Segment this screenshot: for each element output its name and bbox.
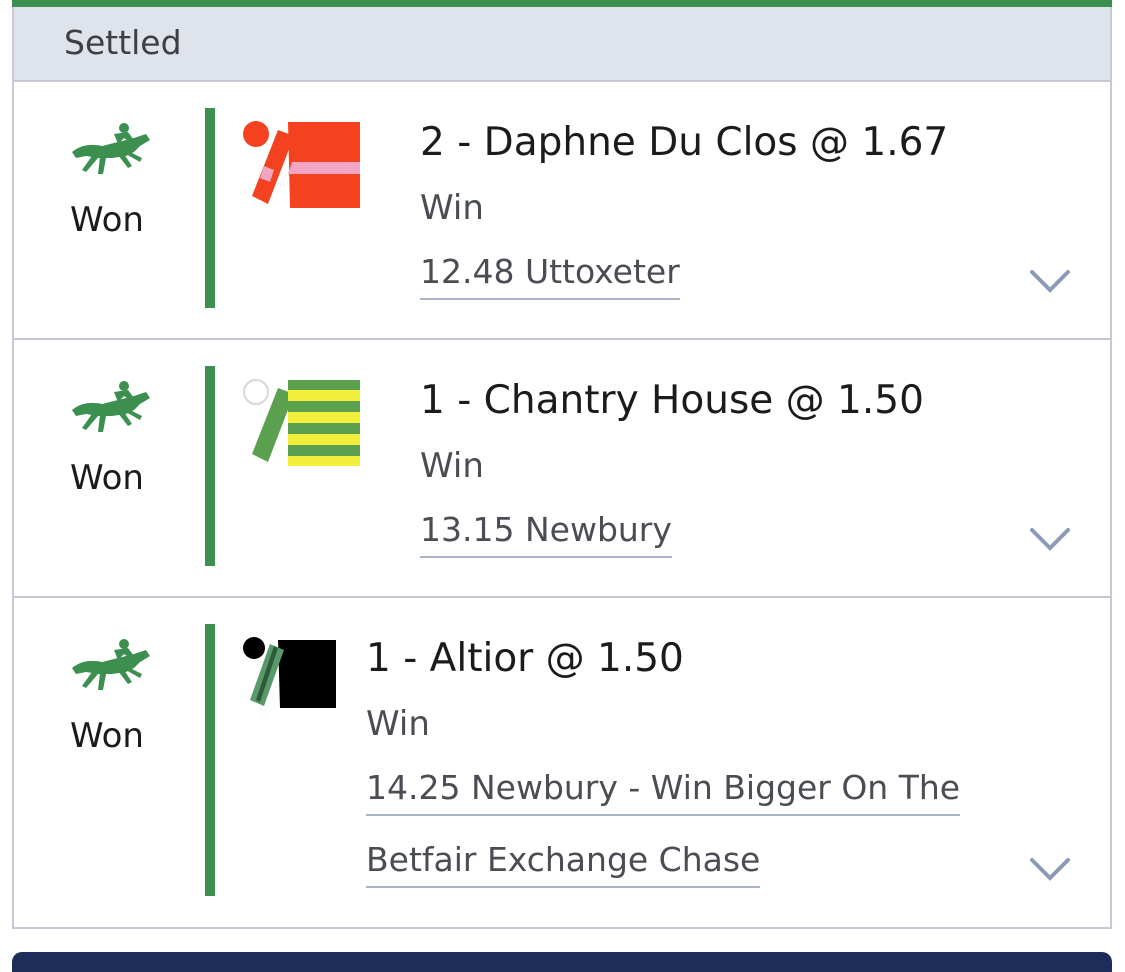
- chevron-down-icon[interactable]: [1028, 268, 1072, 294]
- horse-racing-icon: [72, 381, 150, 432]
- status-label: Won: [70, 458, 144, 498]
- event-link[interactable]: 12.48 Uttoxeter: [420, 252, 680, 300]
- status-bar: [205, 108, 215, 308]
- event-link[interactable]: 14.25 Newbury - Win Bigger On The: [366, 768, 961, 816]
- bet-card[interactable]: Won 1 - Chantry House @ 1.50 Win 13.15 N…: [14, 340, 1110, 598]
- red-silk-pink-band-icon: [243, 121, 360, 208]
- market-label: Win: [420, 446, 484, 486]
- black-silk-green-sleeve-icon: [243, 637, 336, 708]
- status-bar: [205, 366, 215, 566]
- selection-title: 2 - Daphne Du Clos @ 1.67: [420, 120, 949, 165]
- horse-racing-icon: [72, 123, 150, 174]
- market-label: Win: [420, 188, 484, 228]
- settled-bets-panel: Settled Won 2 - Daphne Du Clos @ 1.67 Wi…: [12, 0, 1112, 929]
- horse-racing-icon: [72, 639, 150, 690]
- bet-card[interactable]: Won 2 - Daphne Du Clos @ 1.67 Win 12.48 …: [14, 82, 1110, 340]
- status-label: Won: [70, 716, 144, 756]
- section-title: Settled: [64, 23, 182, 62]
- bet-card[interactable]: Won 1 - Altior @ 1.50 Win 14.25 Newbury …: [14, 598, 1110, 929]
- top-accent-bar: [12, 0, 1112, 7]
- status-label: Won: [70, 200, 144, 240]
- yellow-green-hoops-silk-icon: [243, 379, 360, 466]
- chevron-down-icon[interactable]: [1028, 526, 1072, 552]
- event-link[interactable]: 13.15 Newbury: [420, 510, 672, 558]
- selection-title: 1 - Chantry House @ 1.50: [420, 378, 924, 423]
- status-bar: [205, 624, 215, 896]
- event-link[interactable]: Betfair Exchange Chase: [366, 840, 761, 888]
- chevron-down-icon[interactable]: [1028, 856, 1072, 882]
- market-label: Win: [366, 704, 430, 744]
- next-section-header: [12, 952, 1112, 972]
- section-header: Settled: [14, 7, 1110, 82]
- selection-title: 1 - Altior @ 1.50: [366, 636, 684, 681]
